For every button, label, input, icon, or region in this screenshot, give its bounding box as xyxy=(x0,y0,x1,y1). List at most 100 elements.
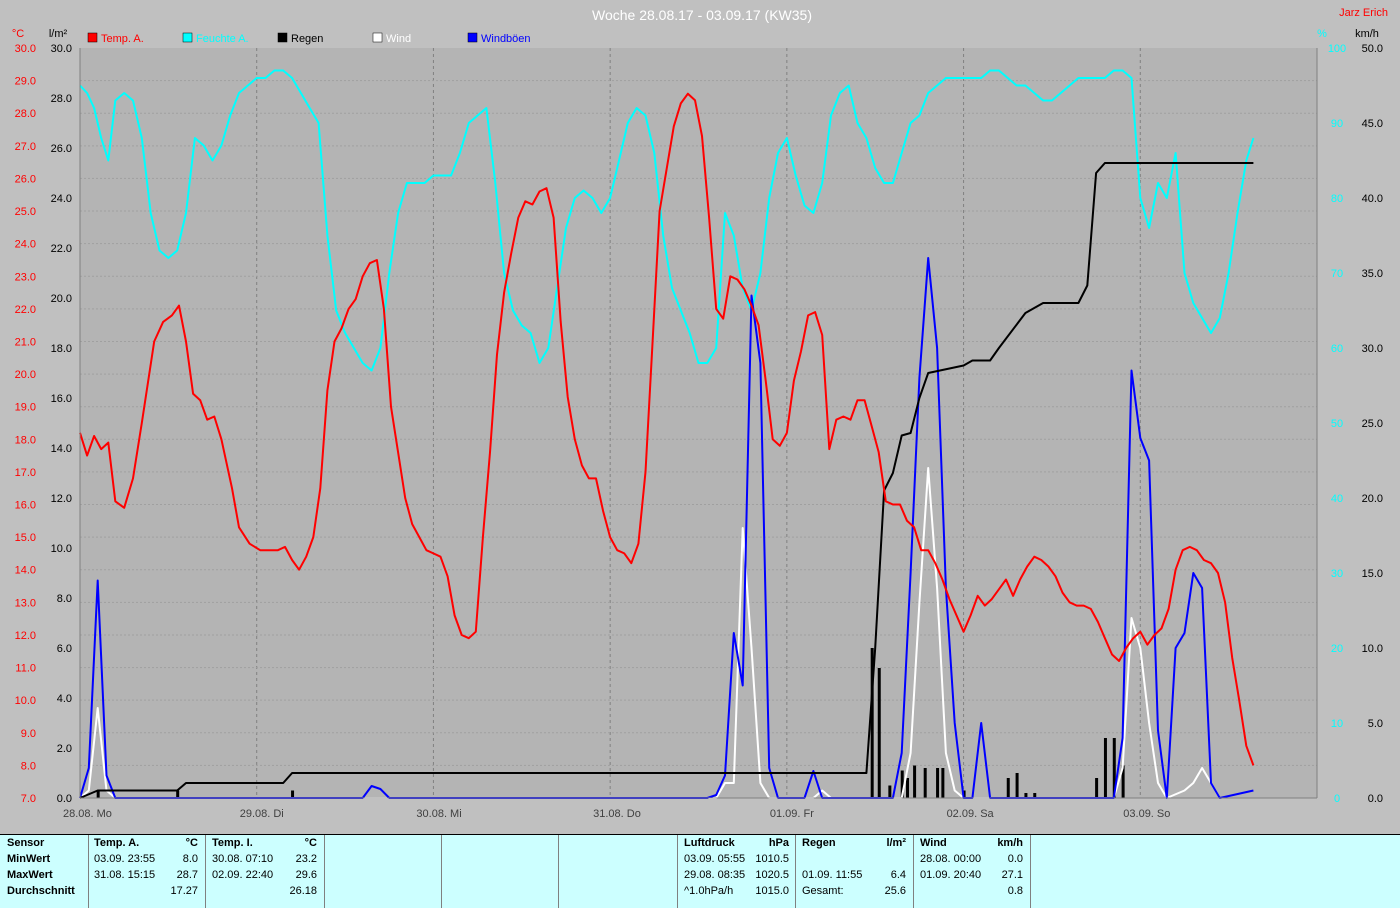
rain-unit: l/m² xyxy=(886,837,906,849)
humidity-tick-label: 90 xyxy=(1331,118,1343,130)
stats-empty-column-2 xyxy=(442,835,559,908)
temp-a-max-time: 31.08. 15:15 xyxy=(94,869,156,881)
temp-tick-label: 13.0 xyxy=(15,597,36,609)
rain-tick-label: 14.0 xyxy=(51,443,72,455)
rain-bar xyxy=(176,790,180,798)
day-label: 30.08. Mi xyxy=(416,808,461,820)
temp-tick-label: 21.0 xyxy=(15,336,36,348)
legend-swatch xyxy=(372,32,383,43)
temp-tick-label: 10.0 xyxy=(15,695,36,707)
stats-wind-column: Wind km/h 28.08. 00:00 0.0 01.09. 20:40 27.… xyxy=(914,835,1031,908)
rain-unit-label: l/m² xyxy=(49,28,68,40)
temp-i-min-time: 30.08. 07:10 xyxy=(212,853,274,865)
stats-sensor-column: Sensor MinWert MaxWert Durchschnitt xyxy=(0,835,89,908)
wind-tick-label: 30.0 xyxy=(1362,343,1383,355)
temp-tick-label: 12.0 xyxy=(15,630,36,642)
temp-tick-label: 7.0 xyxy=(21,793,36,805)
temp-i-header: Temp. I. xyxy=(212,837,253,849)
temp-tick-label: 29.0 xyxy=(15,76,36,88)
temp-tick-label: 22.0 xyxy=(15,304,36,316)
wind-tick-label: 50.0 xyxy=(1362,43,1383,55)
wind-tick-label: 5.0 xyxy=(1368,718,1383,730)
stats-rain-column: Regen l/m² 01.09. 11:55 6.4 Gesamt: 25.6 xyxy=(796,835,914,908)
pressure-min-value: 1010.5 xyxy=(755,853,789,865)
temp-a-header: Temp. A. xyxy=(94,837,140,849)
humidity-tick-label: 30 xyxy=(1331,568,1343,580)
rain-tick-label: 12.0 xyxy=(51,493,72,505)
pressure-trend: ^1.0hPa/h xyxy=(684,885,734,897)
rain-bar xyxy=(941,768,945,798)
legend-label: Temp. A. xyxy=(101,33,144,45)
sensor-row-min: MinWert xyxy=(7,853,51,865)
humidity-tick-label: 70 xyxy=(1331,268,1343,280)
day-label: 01.09. Fr xyxy=(770,808,814,820)
wind-min-value: 0.0 xyxy=(1007,853,1023,865)
temp-i-min-value: 23.2 xyxy=(295,853,317,865)
sensor-row-max: MaxWert xyxy=(7,869,53,881)
plot-area xyxy=(80,48,1317,798)
legend-label: Wind xyxy=(386,33,411,45)
pressure-max-value: 1020.5 xyxy=(755,869,789,881)
rain-bar xyxy=(913,765,917,798)
stats-temp-i-column: Temp. I. °C 30.08. 07:10 23.2 02.09. 22:40… xyxy=(206,835,325,908)
pressure-max-time: 29.08. 08:35 xyxy=(684,869,746,881)
rain-tick-label: 24.0 xyxy=(51,193,72,205)
pressure-min-time: 03.09. 05:55 xyxy=(684,853,746,865)
rain-total-value: 25.6 xyxy=(884,885,906,897)
day-label: 29.08. Di xyxy=(240,808,284,820)
legend-label: Regen xyxy=(291,33,323,45)
rain-bar xyxy=(1103,738,1107,798)
rain-tick-label: 30.0 xyxy=(51,43,72,55)
rain-bar xyxy=(936,768,940,798)
temp-tick-label: 28.0 xyxy=(15,108,36,120)
weather-chart: Woche 28.08.17 - 03.09.17 (KW35) Jarz Er… xyxy=(0,0,1400,834)
rain-header: Regen xyxy=(802,837,836,849)
wind-max-value: 27.1 xyxy=(1001,869,1023,881)
temp-i-avg-value: 26.18 xyxy=(289,885,317,897)
rain-tick-label: 10.0 xyxy=(51,543,72,555)
temp-tick-label: 16.0 xyxy=(15,500,36,512)
wind-unit-label: km/h xyxy=(1355,28,1379,40)
wind-tick-label: 35.0 xyxy=(1362,268,1383,280)
temp-tick-label: 8.0 xyxy=(21,760,36,772)
temp-a-min-time: 03.09. 23:55 xyxy=(94,853,156,865)
humidity-tick-label: 100 xyxy=(1328,43,1346,55)
humidity-tick-label: 10 xyxy=(1331,718,1343,730)
temp-i-max-time: 02.09. 22:40 xyxy=(212,869,274,881)
temp-tick-label: 23.0 xyxy=(15,271,36,283)
pressure-unit: hPa xyxy=(768,837,789,849)
rain-tick-label: 2.0 xyxy=(57,743,72,755)
temp-unit-label: °C xyxy=(12,28,24,40)
statistics-panel: Sensor MinWert MaxWert Durchschnitt Temp… xyxy=(0,834,1400,908)
rain-tick-label: 18.0 xyxy=(51,343,72,355)
temp-tick-label: 19.0 xyxy=(15,402,36,414)
temp-i-max-value: 29.6 xyxy=(295,869,317,881)
rain-bar xyxy=(291,790,295,798)
rain-tick-label: 16.0 xyxy=(51,393,72,405)
day-label: 02.09. Sa xyxy=(947,808,995,820)
humidity-tick-label: 50 xyxy=(1331,418,1343,430)
temp-tick-label: 11.0 xyxy=(15,663,36,675)
sensor-header: Sensor xyxy=(7,837,45,849)
wind-avg-value: 0.8 xyxy=(1007,885,1023,897)
rain-tick-label: 28.0 xyxy=(51,93,72,105)
humidity-tick-label: 80 xyxy=(1331,193,1343,205)
rain-max-value: 6.4 xyxy=(890,869,906,881)
wind-max-time: 01.09. 20:40 xyxy=(920,869,982,881)
temp-a-avg-value: 17.27 xyxy=(170,885,198,897)
temp-tick-label: 27.0 xyxy=(15,141,36,153)
rain-tick-label: 22.0 xyxy=(51,243,72,255)
legend-swatch xyxy=(467,32,478,43)
humidity-tick-label: 40 xyxy=(1331,493,1343,505)
rain-tick-label: 26.0 xyxy=(51,143,72,155)
temp-i-unit: °C xyxy=(304,837,317,849)
humidity-tick-label: 0 xyxy=(1334,793,1340,805)
temp-tick-label: 24.0 xyxy=(15,239,36,251)
rain-tick-label: 20.0 xyxy=(51,293,72,305)
humidity-tick-label: 60 xyxy=(1331,343,1343,355)
temp-a-max-value: 28.7 xyxy=(176,869,198,881)
pressure-avg-value: 1015.0 xyxy=(755,885,789,897)
temp-tick-label: 15.0 xyxy=(15,532,36,544)
stats-empty-column-1 xyxy=(325,835,442,908)
wind-header: Wind xyxy=(920,837,947,849)
